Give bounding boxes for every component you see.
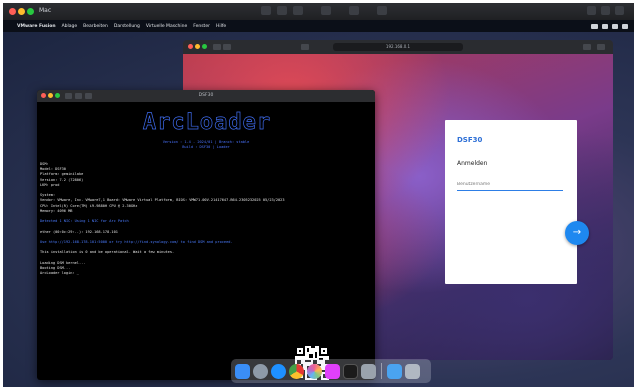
dock-separator [381, 363, 382, 379]
trash-icon[interactable] [405, 363, 420, 379]
toolbar-button-7[interactable] [587, 6, 596, 15]
chrome-icon[interactable] [289, 363, 304, 379]
toolbar-button-2[interactable] [277, 6, 287, 15]
terminal-line: Vendor: VMware, Inc. VMware7,1 Board: VM… [40, 198, 285, 203]
folder-icon[interactable] [387, 363, 402, 379]
terminal-icon[interactable] [343, 363, 358, 379]
terminal-line: CPU: Intel(R) Core(TM) i9-9880H CPU @ 2.… [40, 203, 138, 208]
battery-icon[interactable] [591, 23, 598, 29]
minimize-icon[interactable] [18, 8, 25, 15]
forward-button[interactable] [223, 44, 231, 50]
search-icon[interactable] [612, 23, 618, 29]
login-card: DSF30 Anmelden [445, 120, 577, 284]
sidebar-button[interactable] [301, 44, 309, 50]
terminal-line: Use http://192.168.178.101:5000 or try h… [40, 240, 233, 244]
browser-toolbar: 192.168.0.1 [183, 40, 613, 54]
menu-item-fenster[interactable]: Fenster [193, 24, 210, 29]
terminal-line: Version: 7.2 (72806) [40, 177, 84, 182]
toolbar-button-5[interactable] [349, 6, 359, 15]
safari-icon[interactable] [271, 363, 286, 379]
terminal-line: DSM: [40, 162, 49, 166]
control-center-icon[interactable] [622, 23, 628, 29]
back-button[interactable] [213, 44, 221, 50]
terminal-line: LKM: prod [40, 182, 60, 187]
app-icon[interactable] [325, 363, 340, 379]
menu-app-name[interactable]: VMware Fusion [17, 24, 56, 29]
login-title: DSF30 [457, 136, 483, 144]
system-preferences-icon[interactable] [361, 363, 376, 379]
wifi-icon[interactable] [602, 23, 608, 29]
login-next-button[interactable]: → [565, 221, 589, 245]
dock [231, 359, 431, 383]
terminal-line: Loading DSM kernel... [40, 260, 86, 265]
toolbar-button-8[interactable] [601, 6, 610, 15]
tabs-button[interactable] [597, 44, 605, 50]
toolbar-button-4[interactable] [321, 6, 331, 15]
screenshot: Mac VMware Fusion Ablage Bearbeiten Dars… [3, 3, 634, 387]
toolbar-button-9[interactable] [615, 6, 624, 15]
menubar-status-area [591, 20, 628, 32]
terminal-line: Booting DSM... [40, 266, 71, 270]
terminal-line: System: [40, 193, 56, 198]
zoom-icon[interactable] [27, 8, 34, 15]
browser-minimize-icon[interactable] [195, 44, 200, 49]
build-line: Build : DSF30 | Loader [182, 145, 230, 149]
toolbar-button-3[interactable] [293, 6, 303, 15]
menu-item-darstellung[interactable]: Darstellung [114, 24, 140, 29]
terminal-titlebar: DSF30 [37, 90, 375, 102]
terminal-line: This installation is 0 and be operationa… [40, 250, 175, 255]
address-bar[interactable]: 192.168.0.1 [333, 43, 463, 51]
arcloader-logo: ArcLoader [142, 110, 272, 136]
toolbar-button-6[interactable] [377, 6, 387, 15]
finder-icon[interactable] [235, 363, 250, 379]
toolbar-button-1[interactable] [261, 6, 271, 15]
close-icon[interactable] [9, 8, 16, 15]
terminal-window: DSF30 ArcLoader Version : 1.4 - 2024/01 … [37, 90, 375, 380]
login-heading: Anmelden [457, 160, 488, 167]
share-button[interactable] [583, 44, 591, 50]
version-line: Version : 1.4 - 2024/01 | Branch: stable [162, 140, 250, 144]
browser-close-icon[interactable] [188, 44, 193, 49]
launchpad-icon[interactable] [253, 363, 268, 379]
host-titlebar: Mac [3, 3, 634, 20]
menu-item-ablage[interactable]: Ablage [62, 24, 78, 29]
menubar: VMware Fusion Ablage Bearbeiten Darstell… [3, 20, 634, 32]
terminal-line: Detected 1 NIC: Using 1 NIC for Arc Patc… [40, 219, 129, 224]
menu-item-virtuelle-maschine[interactable]: Virtuelle Maschine [146, 24, 187, 29]
browser-zoom-icon[interactable] [202, 44, 207, 49]
terminal-line: ether (00:0c:29:..): 192.168.178.101 [40, 229, 118, 234]
terminal-line: Memory: 4096 MB [40, 208, 73, 213]
terminal-line: ArcLoader login: _ [40, 271, 79, 276]
menu-item-hilfe[interactable]: Hilfe [216, 24, 226, 29]
arrow-right-icon: → [572, 227, 582, 238]
menu-item-bearbeiten[interactable]: Bearbeiten [83, 24, 108, 29]
photos-icon[interactable] [307, 363, 322, 379]
terminal-title: DSF30 [198, 93, 214, 98]
desktop: 192.168.0.1 DSF30 ArcLoader Version : 1.… [3, 32, 634, 387]
host-window-title: Mac [39, 7, 52, 14]
terminal-line: Platform: geminilake [40, 172, 84, 177]
terminal-line: Model: DSF30 [40, 167, 66, 172]
username-input[interactable] [457, 178, 563, 191]
